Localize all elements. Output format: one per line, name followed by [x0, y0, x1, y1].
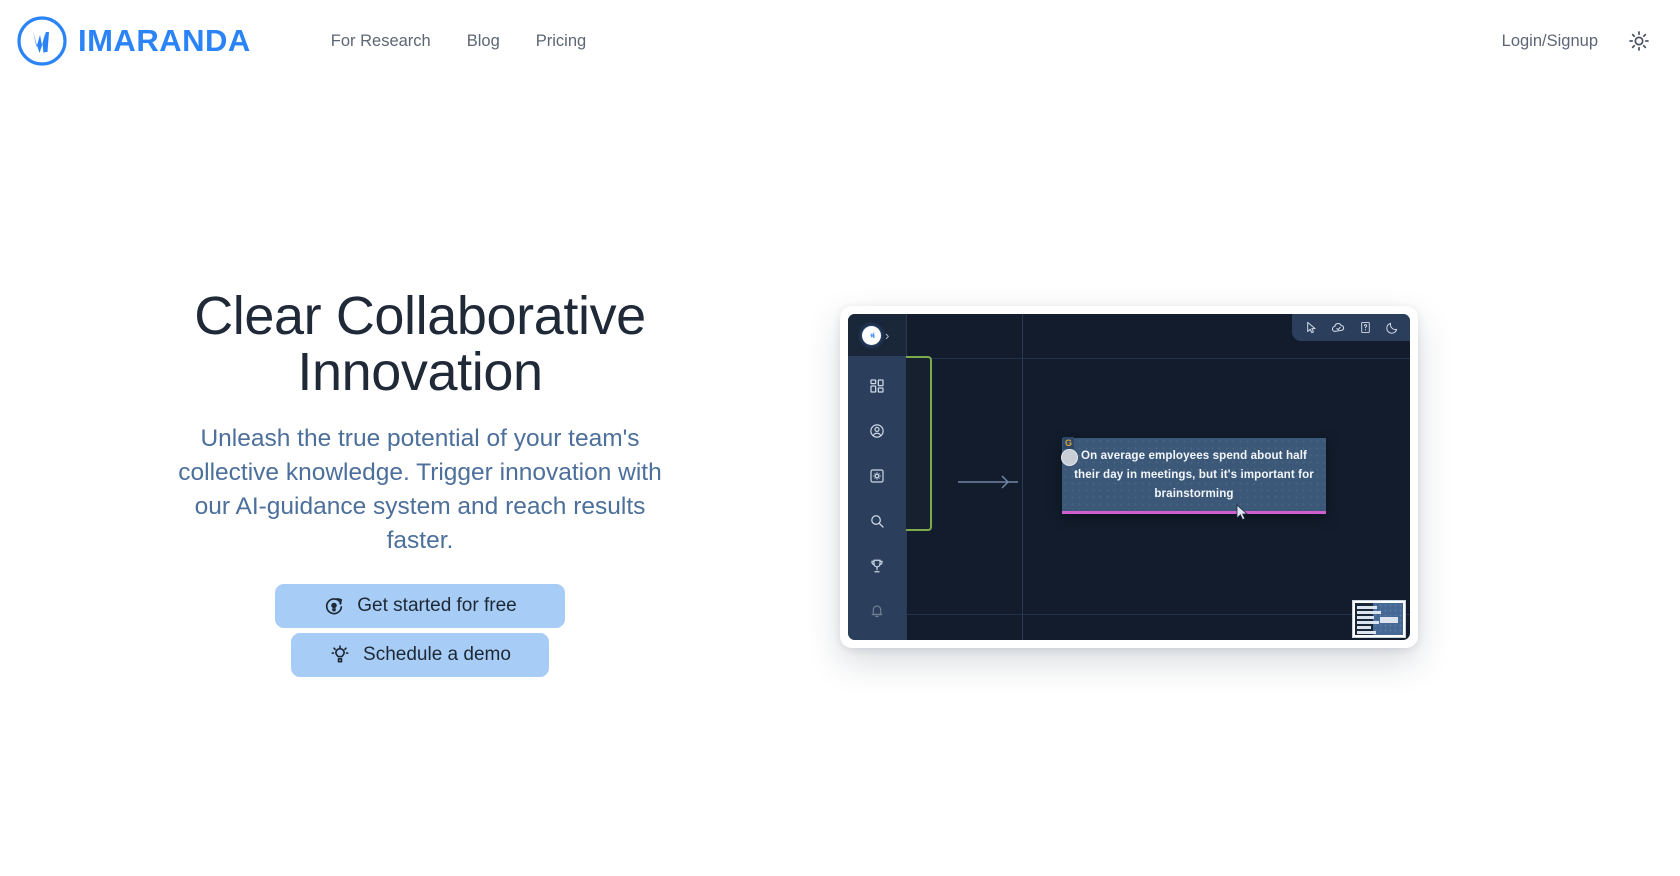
hero-subtitle: Unleash the true potential of your team'…: [178, 425, 662, 554]
hero-visual: G On average employees spend about half …: [840, 82, 1680, 648]
canvas-frame-green[interactable]: [906, 356, 932, 531]
search-icon[interactable]: [869, 513, 885, 534]
imaranda-logo-icon: [16, 15, 68, 67]
hero-section: Clear Collaborative Innovation Unleash t…: [0, 82, 1680, 876]
app-toolbar: [1292, 314, 1410, 341]
app-preview-screen: G On average employees spend about half …: [848, 314, 1410, 640]
chevron-right-icon[interactable]: ›: [885, 329, 889, 342]
idea-bulb-icon: [329, 644, 351, 666]
schedule-demo-label: Schedule a demo: [363, 643, 511, 665]
app-canvas[interactable]: G On average employees spend about half …: [906, 314, 1410, 640]
note-card-text: On average employees spend about half th…: [1074, 449, 1314, 500]
hero-copy: Clear Collaborative Innovation Unleash t…: [0, 82, 840, 677]
canvas-note-card[interactable]: G On average employees spend about half …: [1061, 437, 1326, 515]
login-signup-link[interactable]: Login/Signup: [1502, 32, 1598, 51]
cursor-pointer-icon[interactable]: [1305, 321, 1318, 334]
settings-box-icon[interactable]: [869, 468, 885, 489]
sun-icon[interactable]: [1624, 26, 1654, 56]
moon-icon[interactable]: [1385, 321, 1399, 335]
brand-logo-link[interactable]: IMARANDA: [16, 15, 251, 67]
nav-item-for-research[interactable]: For Research: [313, 24, 449, 59]
main-nav: For Research Blog Pricing: [313, 24, 604, 59]
cloud-check-icon[interactable]: [1331, 320, 1346, 335]
nav-item-blog[interactable]: Blog: [449, 24, 518, 59]
app-sidebar: ›: [848, 314, 906, 640]
user-profile-icon[interactable]: [869, 423, 885, 444]
schedule-demo-button[interactable]: Schedule a demo: [291, 632, 549, 677]
app-sidebar-nav: [848, 356, 906, 640]
mouse-cursor-icon: [1236, 504, 1249, 526]
minimap-panel[interactable]: [1352, 600, 1406, 638]
site-header: IMARANDA For Research Blog Pricing Login…: [0, 0, 1680, 82]
trophy-icon[interactable]: [869, 558, 885, 579]
dashboard-grid-icon[interactable]: [869, 378, 885, 399]
cta-group: Get started for free Schedule a demo: [275, 583, 565, 677]
get-started-label: Get started for free: [357, 594, 517, 616]
bell-icon[interactable]: [869, 603, 885, 624]
note-badge: G: [1063, 437, 1075, 449]
page-title: Clear Collaborative Innovation: [194, 286, 646, 403]
rotate-bulb-icon: [323, 595, 345, 617]
help-doc-icon[interactable]: [1359, 321, 1372, 334]
imaranda-logo-icon: [862, 325, 881, 345]
avatar: [1061, 449, 1078, 466]
nav-item-pricing[interactable]: Pricing: [518, 24, 604, 59]
app-preview-card: G On average employees spend about half …: [840, 306, 1418, 648]
app-sidebar-header: ›: [848, 314, 906, 356]
brand-name: IMARANDA: [78, 23, 251, 58]
get-started-button[interactable]: Get started for free: [275, 583, 565, 628]
header-actions: Login/Signup: [1502, 26, 1654, 56]
connector-arrow-icon: [958, 474, 1020, 495]
